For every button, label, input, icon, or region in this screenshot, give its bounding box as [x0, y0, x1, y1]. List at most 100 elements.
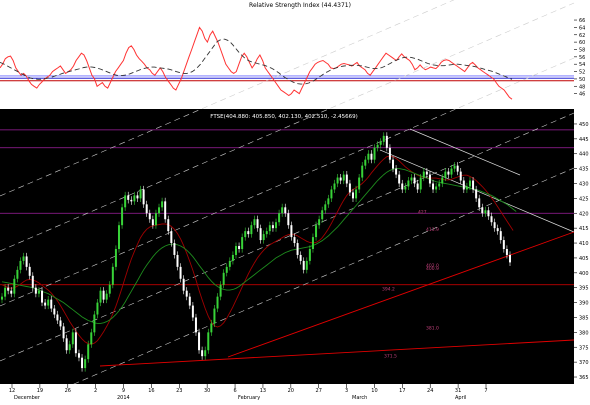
price-candle-body — [305, 260, 308, 270]
price-candle-body — [158, 207, 161, 214]
x-tick-label: 30 — [204, 388, 210, 394]
price-candle-body — [90, 332, 93, 345]
price-candle-body — [99, 290, 102, 303]
price-candle-body — [432, 183, 435, 190]
x-tick-label: 20 — [288, 388, 294, 394]
price-candle-body — [37, 290, 40, 294]
price-annotation: 394.2 — [382, 287, 395, 293]
price-y-tick-label: 370 — [579, 360, 589, 366]
price-candle-body — [392, 159, 395, 169]
price-candle-body — [7, 287, 10, 291]
x-month-label: April — [455, 395, 466, 401]
x-tick-label: 12 — [9, 388, 15, 394]
price-annotation: 371.5 — [384, 354, 397, 360]
price-candle-body — [16, 269, 19, 279]
rsi-y-tick-label: 62 — [579, 33, 585, 39]
price-candle-body — [71, 332, 74, 345]
price-candle-body — [136, 195, 139, 199]
price-candle-body — [250, 225, 253, 235]
price-candle-body — [253, 219, 256, 226]
rsi-y-tick-label: 66 — [579, 18, 585, 24]
price-candle-body — [53, 308, 56, 315]
price-candle-body — [96, 302, 99, 315]
price-candle-body — [111, 266, 114, 285]
price-candle-body — [4, 287, 7, 297]
price-y-tick-label: 430 — [579, 182, 589, 188]
price-candle-body — [441, 177, 444, 184]
price-candle-body — [31, 275, 34, 288]
price-candle-body — [133, 195, 136, 202]
x-tick-label: 2 — [94, 388, 97, 394]
x-tick-label: 9 — [122, 388, 125, 394]
price-candle-body — [478, 198, 481, 208]
price-candle-body — [481, 207, 484, 214]
price-candle-body — [127, 195, 130, 200]
price-candle-body — [154, 213, 157, 226]
price-candle-body — [447, 171, 450, 175]
price-candle-body — [117, 225, 120, 249]
x-tick-label: 26 — [65, 388, 71, 394]
price-candle-body — [10, 290, 13, 294]
price-candle-body — [142, 189, 145, 205]
price-candle-body — [459, 171, 462, 181]
price-candle-body — [505, 249, 508, 255]
price-candle-body — [302, 260, 305, 270]
price-candle-body — [207, 332, 210, 351]
price-candle-body — [234, 246, 237, 255]
price-y-tick-label: 365 — [579, 375, 589, 381]
price-candle-body — [281, 207, 284, 214]
price-candle-body — [311, 237, 314, 249]
rsi-y-tick-label: 64 — [579, 25, 585, 31]
price-candle-body — [93, 314, 96, 333]
price-candle-body — [330, 189, 333, 199]
price-candle-body — [296, 243, 299, 255]
price-candle-body — [401, 183, 404, 190]
price-y-tick-label: 440 — [579, 152, 589, 158]
price-candle-body — [219, 284, 222, 297]
price-candle-body — [315, 225, 318, 238]
price-candle-body — [348, 183, 351, 193]
price-candle-body — [275, 222, 278, 229]
price-candle-body — [382, 135, 385, 142]
price-candle-body — [271, 225, 274, 229]
price-candle-body — [47, 299, 50, 306]
price-candle-body — [179, 266, 182, 279]
price-candle-body — [241, 237, 244, 249]
x-tick-label: 23 — [176, 388, 182, 394]
price-candle-body — [398, 174, 401, 184]
x-tick-label: 3 — [345, 388, 348, 394]
price-candle-body — [413, 177, 416, 184]
price-candle-body — [465, 186, 468, 190]
price-candle-body — [508, 254, 512, 263]
price-candle-body — [121, 207, 124, 226]
price-candle-body — [410, 177, 413, 181]
price-candle-body — [475, 189, 478, 199]
price-candle-body — [164, 201, 167, 220]
price-candle-body — [438, 183, 441, 187]
price-y-tick-label: 415 — [579, 226, 589, 232]
price-candle-body — [102, 290, 105, 300]
price-candle-body — [388, 147, 391, 160]
x-month-label: 2014 — [117, 395, 130, 401]
x-month-label: March — [352, 395, 367, 401]
rsi-y-tick-label: 58 — [579, 47, 585, 53]
price-candle-body — [376, 144, 379, 148]
price-y-tick-label: 400 — [579, 271, 589, 277]
price-y-tick-label: 450 — [579, 122, 589, 128]
price-candle-body — [278, 213, 281, 223]
price-candle-body — [114, 249, 117, 267]
price-y-tick-label: 390 — [579, 301, 589, 307]
price-candle-body — [74, 332, 77, 354]
price-candle-body — [194, 317, 197, 333]
price-candle-body — [28, 266, 31, 276]
rsi-y-tick-label: 50 — [579, 77, 585, 83]
price-candle-body — [41, 290, 44, 303]
price-candle-body — [25, 256, 28, 267]
price-candle-body — [13, 278, 16, 294]
price-candle-body — [84, 359, 87, 369]
price-candle-body — [19, 260, 22, 270]
price-candle-body — [355, 189, 358, 199]
x-tick-label: 7 — [484, 388, 487, 394]
rsi-y-tick-label: 48 — [579, 84, 585, 90]
price-candle-body — [151, 219, 154, 226]
